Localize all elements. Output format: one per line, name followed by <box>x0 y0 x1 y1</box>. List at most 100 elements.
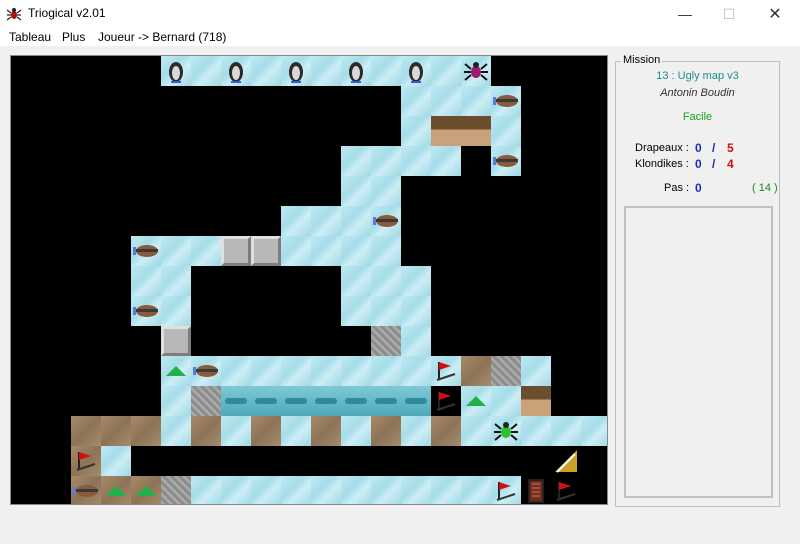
tile-pit <box>521 386 551 416</box>
penguin-icon <box>161 56 191 86</box>
blimp-icon <box>191 356 221 386</box>
spider-app-icon <box>6 8 22 21</box>
tile-ice <box>431 86 461 116</box>
tile-ice <box>491 116 521 146</box>
minimize-button[interactable]: — <box>662 0 708 28</box>
tile-ice <box>581 416 607 446</box>
tile-ice <box>461 476 491 504</box>
tile-sand <box>101 416 131 446</box>
tile-ice <box>251 476 281 504</box>
tile-belt <box>341 386 371 416</box>
tile-ice <box>431 476 461 504</box>
tile-ice <box>431 146 461 176</box>
tile-ice <box>161 266 191 296</box>
tile-stone <box>491 356 521 386</box>
tile-crate <box>251 236 281 266</box>
tile-ice <box>401 116 431 146</box>
tile-ice <box>491 386 521 416</box>
klondike-icon <box>131 476 161 504</box>
klondikes-separator: / <box>712 157 716 171</box>
tile-ice <box>341 266 371 296</box>
menu-bar: Tableau Plus Joueur -> Bernard (718) <box>0 28 800 46</box>
menu-plus[interactable]: Plus <box>62 30 85 44</box>
maximize-button[interactable]: ☐ <box>706 0 752 28</box>
tile-ice <box>131 266 161 296</box>
tile-belt <box>221 386 251 416</box>
blimp-icon <box>371 206 401 236</box>
tile-ice <box>251 56 281 86</box>
tile-ice <box>341 476 371 504</box>
flags-label: Drapeaux : <box>635 142 689 154</box>
tile-ice <box>371 146 401 176</box>
penguin-icon <box>281 56 311 86</box>
flag-icon <box>431 356 461 386</box>
klondikes-label: Klondikes : <box>635 158 689 170</box>
tile-ice <box>401 266 431 296</box>
tile-ice <box>401 86 431 116</box>
tile-pit <box>431 116 461 146</box>
title-bar: Triogical v2.01 — ☐ ✕ <box>0 0 800 28</box>
tile-ice <box>101 446 131 476</box>
tile-belt <box>401 386 431 416</box>
tile-sand <box>131 416 161 446</box>
tile-stone <box>161 476 191 504</box>
green-spider-icon <box>491 416 521 446</box>
menu-tableau[interactable]: Tableau <box>9 30 51 44</box>
tile-stone <box>191 386 221 416</box>
tile-sand <box>461 356 491 386</box>
mission-difficulty: Facile <box>682 111 713 123</box>
tile-belt <box>371 386 401 416</box>
tile-ice <box>161 236 191 266</box>
tile-ice <box>341 416 371 446</box>
tile-ice <box>161 416 191 446</box>
tile-ice <box>281 416 311 446</box>
tile-ice <box>341 146 371 176</box>
tile-belt <box>251 386 281 416</box>
klondike-icon <box>161 356 191 386</box>
blimp-icon <box>491 146 521 176</box>
tile-crate <box>221 236 251 266</box>
tile-ice <box>371 236 401 266</box>
tile-ice <box>371 56 401 86</box>
tile-ice <box>191 476 221 504</box>
menu-player[interactable]: Joueur -> Bernard (718) <box>98 30 226 44</box>
flag-icon <box>491 476 521 504</box>
klondikes-value: 0 <box>695 157 702 171</box>
tile-sand <box>311 416 341 446</box>
tile-belt <box>311 386 341 416</box>
tile-ice <box>341 296 371 326</box>
flag-icon <box>431 386 461 416</box>
penguin-icon <box>341 56 371 86</box>
tile-ice <box>371 296 401 326</box>
game-board[interactable] <box>10 55 608 505</box>
tile-ice <box>281 206 311 236</box>
tile-ice <box>401 146 431 176</box>
message-log <box>624 206 773 498</box>
klondike-icon <box>461 386 491 416</box>
tile-ice <box>311 236 341 266</box>
tile-sand <box>251 416 281 446</box>
tile-ice <box>371 266 401 296</box>
tile-ice <box>401 476 431 504</box>
tile-ice <box>221 476 251 504</box>
tile-crate <box>161 326 191 356</box>
flag-icon <box>551 476 581 504</box>
tile-ice <box>461 416 491 446</box>
tile-ice <box>401 356 431 386</box>
steps-best: ( 14 ) <box>752 182 778 194</box>
gold-tile-icon <box>551 446 581 476</box>
tile-ice <box>551 416 581 446</box>
window-title: Triogical v2.01 <box>28 6 106 20</box>
mission-name: 13 : Ugly map v3 <box>656 70 739 82</box>
klondikes-total: 4 <box>727 157 734 171</box>
tile-sand <box>191 416 221 446</box>
tile-ice <box>311 476 341 504</box>
penguin-icon <box>221 56 251 86</box>
close-button[interactable]: ✕ <box>752 0 798 28</box>
tile-ice <box>371 356 401 386</box>
tile-ice <box>521 416 551 446</box>
mission-author: Antonin Boudin <box>660 87 735 99</box>
door-icon <box>521 476 551 504</box>
tile-ice <box>281 356 311 386</box>
tile-sand <box>431 416 461 446</box>
